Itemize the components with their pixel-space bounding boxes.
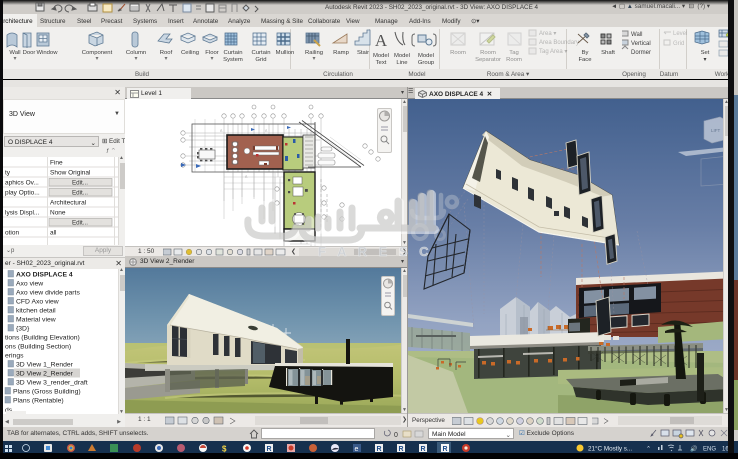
- svg-text:Text: Text: [376, 60, 387, 66]
- svg-text:R: R: [267, 446, 272, 453]
- svg-text:Room: Room: [480, 50, 496, 56]
- svg-text:aphics Ov...: aphics Ov...: [5, 180, 39, 187]
- svg-text:None: None: [50, 210, 66, 217]
- svg-text:Grid: Grid: [673, 41, 684, 47]
- svg-text:kitchen detail: kitchen detail: [16, 308, 56, 315]
- svg-text:▾: ▾: [704, 57, 707, 63]
- svg-text:Plans (Gross Building): Plans (Gross Building): [13, 389, 81, 396]
- svg-text:tions (Building Elevation): tions (Building Elevation): [5, 335, 80, 342]
- svg-text:▾: ▾: [14, 56, 17, 62]
- svg-text:Fine: Fine: [50, 160, 63, 167]
- svg-text:e: e: [355, 446, 359, 453]
- svg-text:Wall: Wall: [631, 32, 642, 38]
- svg-text:Model: Model: [418, 53, 434, 59]
- svg-text:Mullion: Mullion: [276, 50, 295, 56]
- svg-text:🔊: 🔊: [690, 445, 698, 453]
- svg-text:Model: Model: [408, 71, 425, 78]
- svg-text:all: all: [50, 230, 57, 237]
- svg-text:lysis Displ...: lysis Displ...: [5, 210, 40, 217]
- svg-text:Room: Room: [450, 50, 466, 56]
- svg-text:Ramp: Ramp: [333, 50, 349, 56]
- svg-text:Datum: Datum: [660, 71, 679, 78]
- svg-text:Curtain: Curtain: [252, 50, 271, 56]
- svg-text:By: By: [582, 50, 589, 56]
- svg-text:erings: erings: [5, 353, 24, 360]
- svg-text:CFD Axo view: CFD Axo view: [16, 299, 59, 306]
- svg-text:Group: Group: [418, 60, 435, 66]
- svg-text:Build: Build: [135, 71, 149, 78]
- svg-text:Line: Line: [396, 60, 408, 66]
- svg-text:Stair: Stair: [357, 50, 369, 56]
- svg-text:Plans (Rentable): Plans (Rentable): [13, 398, 64, 405]
- svg-text:▾: ▾: [313, 56, 316, 62]
- svg-text:Dormer: Dormer: [631, 50, 651, 56]
- svg-text:ty: ty: [5, 170, 11, 177]
- svg-text:R: R: [399, 446, 404, 453]
- svg-text:ons (Building Section): ons (Building Section): [5, 344, 71, 351]
- svg-text:Grid: Grid: [255, 57, 266, 63]
- svg-text:▾: ▾: [165, 56, 168, 62]
- svg-text:Level: Level: [673, 31, 687, 37]
- svg-text:R: R: [377, 446, 382, 453]
- svg-text:System: System: [223, 57, 243, 63]
- svg-text:3D View 2_Render: 3D View 2_Render: [16, 371, 74, 378]
- svg-text:Edit...: Edit...: [72, 190, 88, 197]
- svg-text:Circulation: Circulation: [323, 71, 353, 78]
- svg-text:▾: ▾: [135, 56, 138, 62]
- svg-text:Tag: Tag: [509, 50, 519, 56]
- svg-text:LIFT: LIFT: [711, 128, 721, 133]
- svg-text:Model: Model: [394, 53, 410, 59]
- svg-text:▾: ▾: [96, 56, 99, 62]
- svg-text:Axo view: Axo view: [16, 281, 43, 288]
- svg-text:▾: ▾: [211, 56, 214, 62]
- svg-text:R: R: [421, 446, 426, 453]
- svg-text:Tag Area ▾: Tag Area ▾: [539, 49, 567, 55]
- svg-text:0: 0: [394, 432, 398, 439]
- svg-text:Room: Room: [506, 57, 522, 63]
- svg-text:play Optio...: play Optio...: [5, 190, 40, 197]
- svg-text:Architectural: Architectural: [50, 200, 87, 207]
- svg-text:Face: Face: [578, 57, 592, 63]
- svg-text:△: △: [245, 174, 248, 178]
- svg-text:ENG: ENG: [703, 447, 716, 453]
- svg-text:Area ▾: Area ▾: [539, 31, 556, 37]
- svg-text:otion: otion: [5, 230, 19, 237]
- svg-text:3D View 3_render_draft: 3D View 3_render_draft: [16, 380, 88, 387]
- svg-text:Window: Window: [37, 50, 59, 56]
- svg-text:Axo view divide parts: Axo view divide parts: [16, 290, 80, 297]
- svg-text:Room & Area ▾: Room & Area ▾: [487, 71, 529, 78]
- svg-text:Model: Model: [373, 53, 389, 59]
- svg-text:△: △: [265, 128, 268, 132]
- svg-text:⌃: ⌃: [646, 446, 651, 453]
- svg-text:AXO DISPLACE 4: AXO DISPLACE 4: [16, 272, 73, 279]
- svg-text:Edit...: Edit...: [72, 220, 88, 227]
- svg-text:Shaft: Shaft: [601, 50, 615, 56]
- svg-text:Vertical: Vertical: [631, 41, 651, 47]
- svg-text:Show Original: Show Original: [50, 170, 91, 177]
- svg-text:△: △: [220, 128, 223, 132]
- svg-text:Set: Set: [701, 50, 710, 56]
- svg-text:{3D}: {3D}: [16, 326, 30, 333]
- svg-text:Ceiling: Ceiling: [181, 50, 199, 56]
- svg-text:Separator: Separator: [475, 57, 501, 63]
- svg-text:R: R: [443, 446, 448, 453]
- svg-text:Curtain: Curtain: [224, 50, 243, 56]
- svg-text:Edit...: Edit...: [72, 180, 88, 187]
- svg-text:3D View 1_Render: 3D View 1_Render: [16, 362, 74, 369]
- svg-text:21°C Mostly s...: 21°C Mostly s...: [588, 445, 632, 453]
- svg-text:Door: Door: [23, 50, 36, 56]
- svg-text:A: A: [375, 31, 388, 50]
- svg-text:Area Boundary: Area Boundary: [539, 40, 579, 46]
- svg-text:Opening: Opening: [622, 71, 646, 78]
- svg-text:Material view: Material view: [16, 317, 56, 324]
